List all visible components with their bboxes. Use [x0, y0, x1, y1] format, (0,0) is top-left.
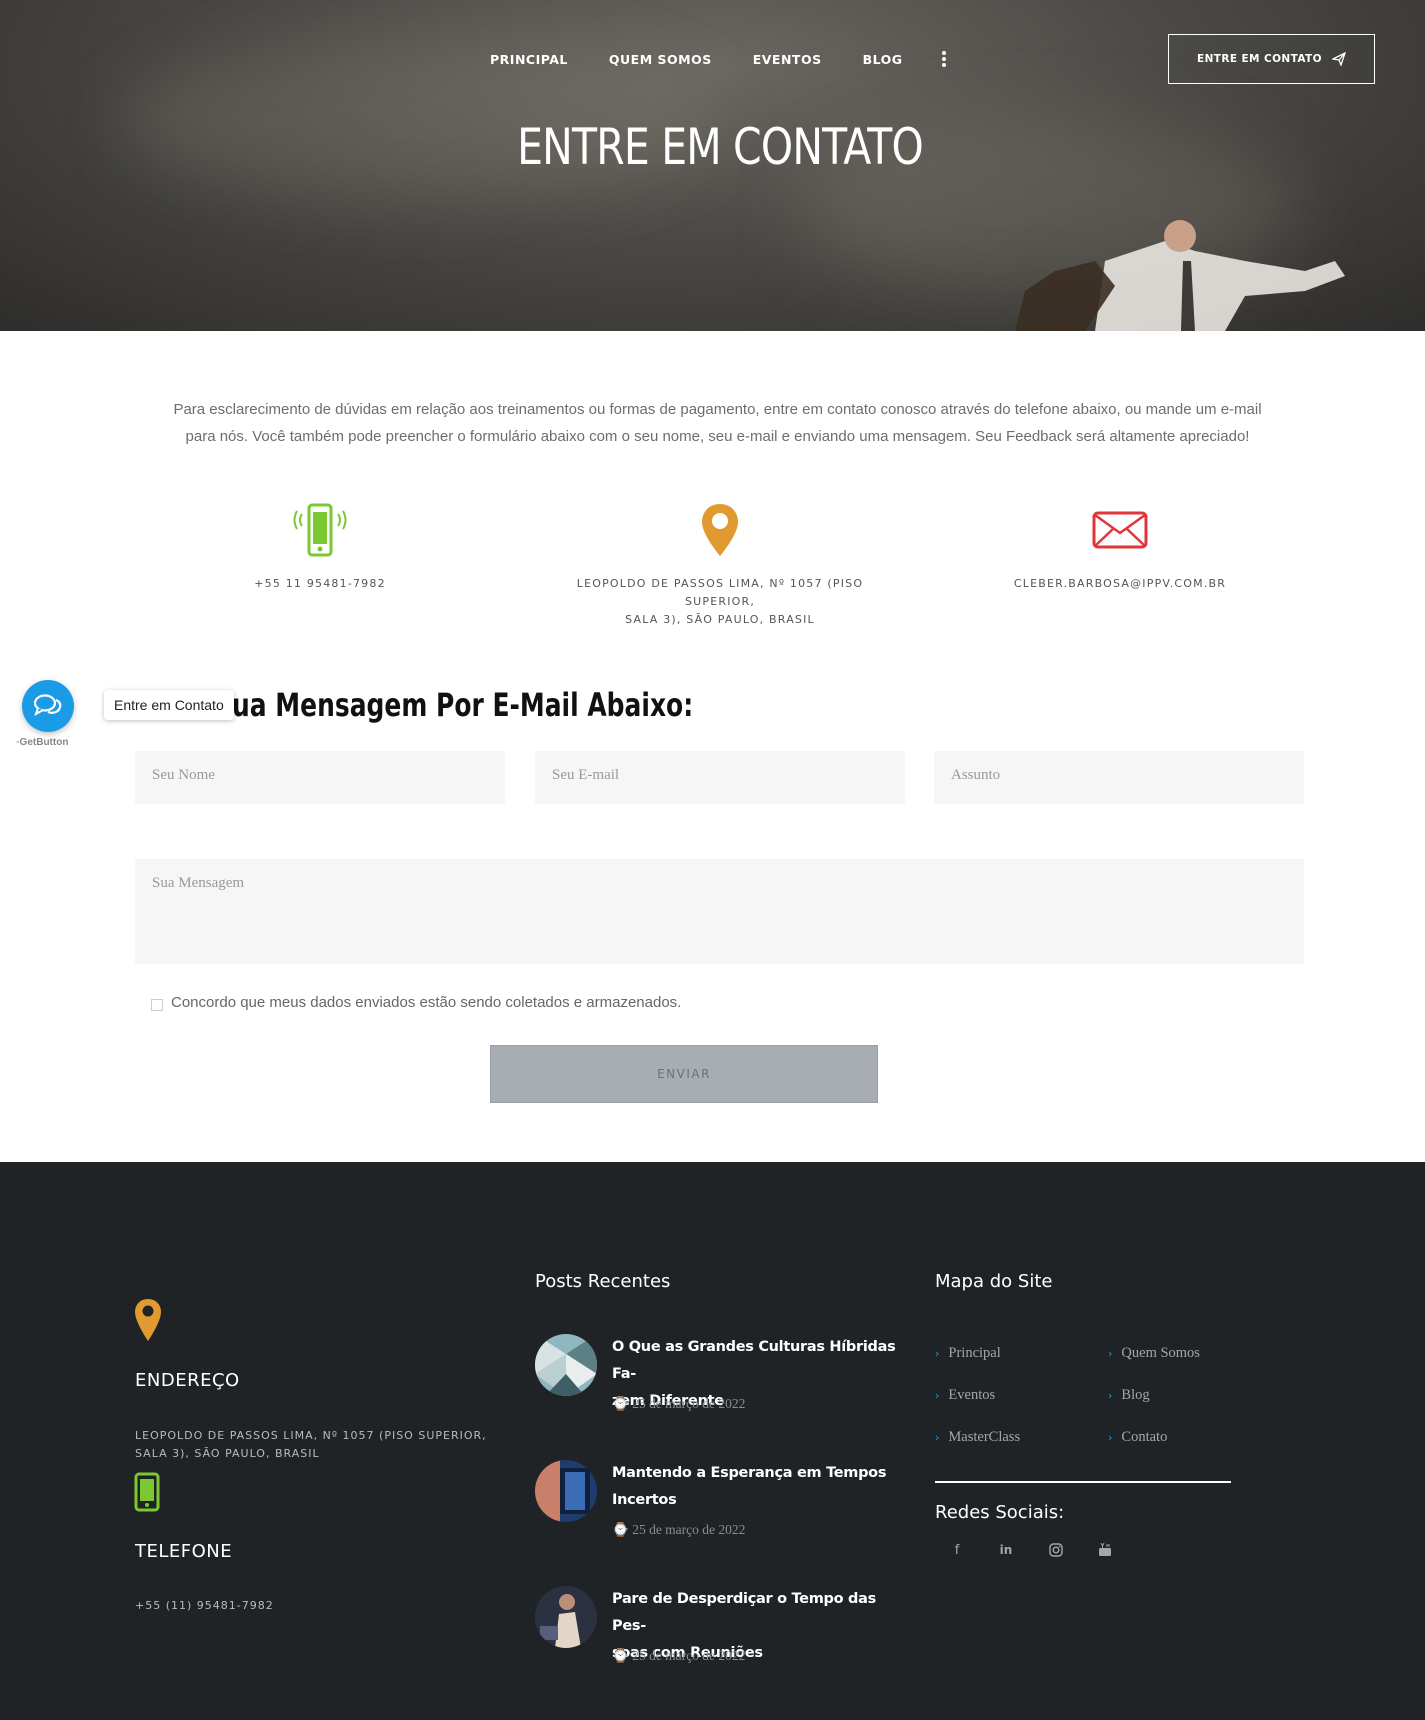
address-label: LEOPOLDO DE PASSOS LIMA, Nº 1057 (PISO S… [540, 575, 900, 629]
post-date-text: 25 de março de 2022 [632, 1396, 746, 1411]
post-date-text: 25 de março de 2022 [632, 1648, 746, 1663]
sitemap-link-quem-somos[interactable]: › Quem Somos [1108, 1345, 1200, 1362]
sitemap-link-contato[interactable]: › Contato [1108, 1429, 1167, 1446]
post-title[interactable]: Mantendo a Esperança em Tempos Incertos [612, 1460, 902, 1514]
social-heading: Redes Sociais: [935, 1502, 1065, 1523]
sitemap-link-label: Eventos [948, 1387, 996, 1403]
clock-icon: ⌚ [612, 1396, 629, 1411]
post-title-line: Mantendo a Esperança em Tempos [612, 1465, 887, 1481]
post-thumbnail[interactable] [535, 1586, 597, 1648]
envelope-icon [1092, 511, 1148, 549]
getbutton-brand: ◦GetButton [16, 737, 68, 748]
post-thumbnail[interactable] [535, 1460, 597, 1522]
main-nav: PRINCIPAL QUEM SOMOS EVENTOS BLOG [490, 52, 944, 67]
email-info: CLEBER.BARBOSA@IPPV.COM.BR [940, 500, 1300, 593]
smartphone-icon [134, 1472, 160, 1512]
message-textarea[interactable]: Sua Mensagem [135, 859, 1304, 964]
chevron-right-icon: › [935, 1431, 940, 1444]
getbutton-brand-label: GetButton [19, 737, 69, 748]
location-pin-icon [702, 504, 738, 556]
sitemap-link-label: Contato [1121, 1429, 1168, 1445]
sitemap-link-masterclass[interactable]: › MasterClass [935, 1429, 1020, 1446]
post-date: ⌚ 25 de março de 2022 [612, 1396, 745, 1412]
clock-icon: ⌚ [612, 1648, 629, 1663]
footer-address-line: SALA 3), SÃO PAULO, BRASIL [135, 1447, 320, 1460]
recent-post-item[interactable]: Pare de Desperdiçar o Tempo das Pes- soa… [535, 1586, 905, 1696]
sitemap-link-label: MasterClass [948, 1429, 1021, 1445]
post-date-text: 25 de março de 2022 [632, 1522, 746, 1537]
nav-principal[interactable]: PRINCIPAL [490, 52, 568, 67]
post-date: ⌚ 25 de março de 2022 [612, 1648, 745, 1664]
page-title: ENTRE EM CONTATO [517, 118, 924, 176]
hero-banner: PRINCIPAL QUEM SOMOS EVENTOS BLOG ENTRE … [0, 0, 1425, 331]
contact-cta-label: ENTRE EM CONTATO [1197, 53, 1322, 65]
hero-man-image [1015, 220, 1345, 331]
clock-icon: ⌚ [612, 1522, 629, 1537]
instagram-icon[interactable] [1046, 1540, 1066, 1560]
nav-eventos[interactable]: EVENTOS [753, 52, 822, 67]
sitemap-link-label: Quem Somos [1121, 1345, 1200, 1361]
nav-quem-somos[interactable]: QUEM SOMOS [609, 52, 712, 67]
chevron-right-icon: › [935, 1389, 940, 1402]
chat-bubbles-icon [33, 694, 62, 717]
more-menu-icon[interactable] [942, 51, 946, 69]
address-line: SALA 3), SÃO PAULO, BRASIL [625, 613, 815, 626]
recent-posts-heading: Posts Recentes [535, 1271, 671, 1292]
footer-address-line: LEOPOLDO DE PASSOS LIMA, Nº 1057 (PISO S… [135, 1429, 487, 1442]
sitemap-link-eventos[interactable]: › Eventos [935, 1387, 995, 1404]
email-input[interactable]: Seu E-mail [535, 751, 905, 804]
post-title-line: Pare de Desperdiçar o Tempo das Pes- [612, 1591, 876, 1634]
sitemap-link-blog[interactable]: › Blog [1108, 1387, 1150, 1404]
footer-address-heading: ENDEREÇO [135, 1370, 240, 1391]
consent-label: Concordo que meus dados enviados estão s… [171, 994, 682, 1011]
address-info: LEOPOLDO DE PASSOS LIMA, Nº 1057 (PISO S… [540, 500, 900, 629]
footer-phone: +55 (11) 95481-7982 [135, 1599, 274, 1612]
form-title: ua Mensagem Por E-Mail Abaixo: [232, 686, 694, 724]
nav-blog[interactable]: BLOG [863, 52, 903, 67]
location-pin-icon [135, 1299, 161, 1341]
chevron-right-icon: › [1108, 1389, 1113, 1402]
post-title-line: O Que as Grandes Culturas Híbridas Fa- [612, 1339, 896, 1382]
facebook-icon[interactable]: f [947, 1540, 967, 1560]
footer-divider [935, 1481, 1231, 1483]
intro-text: Para esclarecimento de dúvidas em relaçã… [135, 396, 1300, 450]
sitemap-link-principal[interactable]: › Principal [935, 1345, 1001, 1362]
submit-button[interactable]: ENVIAR [490, 1045, 878, 1103]
youtube-icon[interactable] [1095, 1540, 1115, 1560]
intro-line: Para esclarecimento de dúvidas em relaçã… [173, 401, 1262, 418]
chevron-right-icon: › [1108, 1347, 1113, 1360]
sitemap-link-label: Blog [1121, 1387, 1150, 1403]
recent-post-item[interactable]: O Que as Grandes Culturas Híbridas Fa- z… [535, 1334, 905, 1444]
smartphone-icon [293, 503, 347, 557]
chevron-right-icon: › [1108, 1431, 1113, 1444]
subject-input[interactable]: Assunto [934, 751, 1304, 804]
footer-phone-heading: TELEFONE [135, 1541, 233, 1562]
phone-label: +55 11 95481-7982 [254, 577, 386, 590]
email-label: CLEBER.BARBOSA@IPPV.COM.BR [1013, 577, 1227, 590]
phone-info: +55 11 95481-7982 [140, 500, 500, 593]
sitemap-link-label: Principal [948, 1345, 1001, 1361]
linkedin-icon[interactable]: in [996, 1540, 1016, 1560]
post-date: ⌚ 25 de março de 2022 [612, 1522, 745, 1538]
footer-address: LEOPOLDO DE PASSOS LIMA, Nº 1057 (PISO S… [135, 1427, 487, 1463]
intro-line: para nós. Você também pode preencher o f… [185, 428, 1250, 445]
address-line: LEOPOLDO DE PASSOS LIMA, Nº 1057 (PISO S… [576, 577, 864, 608]
chat-widget-tooltip: Entre em Contato [104, 690, 234, 720]
consent-checkbox[interactable] [151, 999, 163, 1011]
chevron-right-icon: › [935, 1347, 940, 1360]
contact-cta-button[interactable]: ENTRE EM CONTATO [1168, 34, 1375, 84]
sitemap-heading: Mapa do Site [935, 1271, 1053, 1292]
recent-post-item[interactable]: Mantendo a Esperança em Tempos Incertos … [535, 1460, 905, 1570]
name-input[interactable]: Seu Nome [135, 751, 505, 804]
post-title-line: Incertos [612, 1492, 677, 1508]
paper-plane-icon [1331, 52, 1346, 66]
chat-widget-button[interactable] [22, 680, 74, 732]
post-thumbnail[interactable] [535, 1334, 597, 1396]
